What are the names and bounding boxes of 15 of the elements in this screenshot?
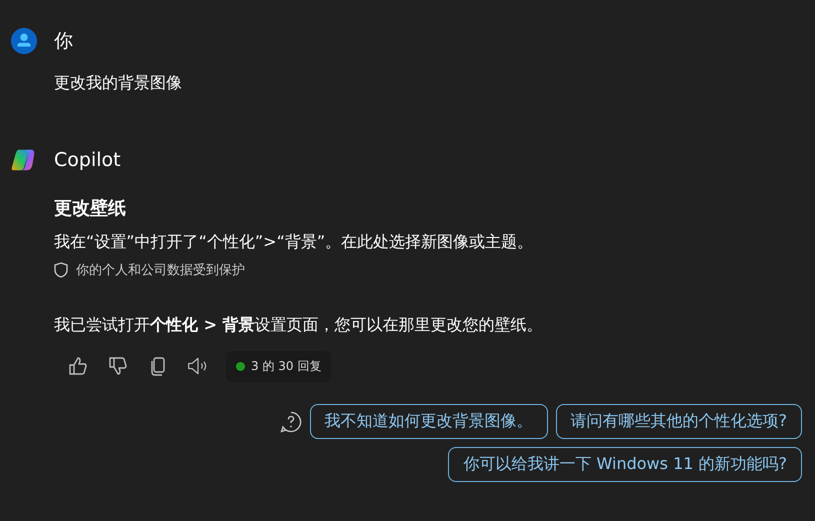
suggestion-chip[interactable]: 你可以给我讲一下 Windows 11 的新功能吗? <box>448 447 802 482</box>
author-name: 你 <box>54 29 73 54</box>
user-avatar-icon <box>10 27 38 55</box>
author-name: Copilot <box>54 149 121 171</box>
privacy-note: 你的个人和公司数据受到保护 <box>76 262 245 279</box>
suggestion-chip[interactable]: 我不知道如何更改背景图像。 <box>310 404 548 439</box>
answer-text: 我已尝试打开个性化 > 背景设置页面，您可以在那里更改您的壁纸。 <box>54 315 544 336</box>
response-title: 更改壁纸 <box>54 197 127 220</box>
counter-text: 3 的 30 回复 <box>251 358 322 374</box>
response-text: 我在“设置”中打开了“个性化”>“背景”。在此处选择新图像或主题。 <box>54 232 534 253</box>
status-dot-icon <box>236 362 245 370</box>
suggestion-chip[interactable]: 请问有哪些其他的个性化选项? <box>556 404 802 439</box>
help-icon <box>280 410 302 432</box>
shield-icon <box>54 262 68 278</box>
user-message: 更改我的背景图像 <box>54 73 183 94</box>
